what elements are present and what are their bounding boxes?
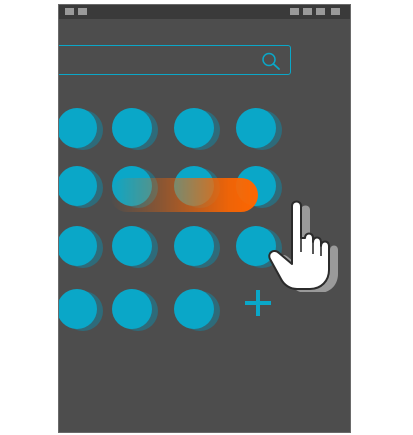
app-circle[interactable]: [59, 289, 97, 329]
search-icon[interactable]: [261, 52, 281, 70]
app-circle[interactable]: [59, 166, 97, 206]
app-circle[interactable]: [174, 226, 214, 266]
window-control-icon[interactable]: [331, 8, 340, 15]
app-circle[interactable]: [112, 226, 152, 266]
app-circle[interactable]: [174, 289, 214, 329]
plus-icon[interactable]: [245, 290, 271, 316]
search-input[interactable]: [59, 45, 291, 75]
app-circle[interactable]: [112, 108, 152, 148]
app-circle[interactable]: [112, 289, 152, 329]
app-circle[interactable]: [236, 108, 276, 148]
swipe-trail: [110, 178, 258, 212]
window-control-icon[interactable]: [78, 8, 87, 15]
app-circle[interactable]: [59, 226, 97, 266]
hand-pointer-icon: [268, 200, 338, 292]
window-control-icon[interactable]: [316, 8, 325, 15]
window-control-icon[interactable]: [65, 8, 74, 15]
window-control-icon[interactable]: [303, 8, 312, 15]
window-control-icon[interactable]: [290, 8, 299, 15]
app-circle[interactable]: [174, 108, 214, 148]
window-titlebar: [59, 5, 350, 19]
app-circle[interactable]: [59, 108, 97, 148]
